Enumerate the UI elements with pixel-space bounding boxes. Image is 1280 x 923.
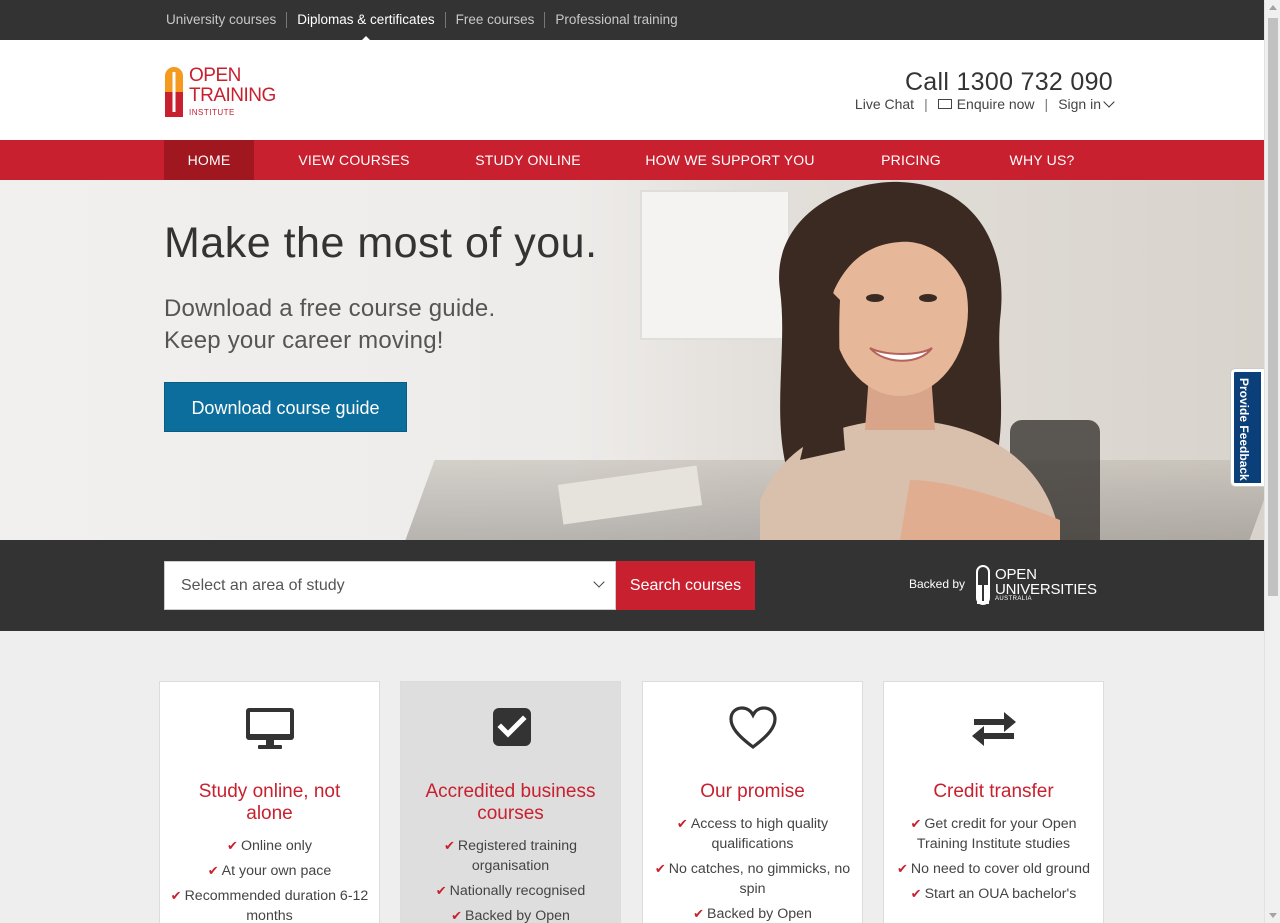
oua-wordmark: OPEN UNIVERSITIES: [995, 566, 1097, 598]
list-item: ✔ No catches, no gimmicks, no spin: [654, 861, 851, 897]
phone-number[interactable]: Call 1300 732 090: [905, 68, 1113, 97]
top-bar: University courses Diplomas & certificat…: [0, 0, 1264, 40]
download-course-guide-button[interactable]: Download course guide: [164, 382, 407, 432]
checkmark-icon: ✔: [444, 838, 455, 853]
enquire-now-link[interactable]: Enquire now: [937, 96, 1035, 112]
nav-item-why-us[interactable]: WHY US?: [1000, 140, 1084, 180]
search-courses-button[interactable]: Search courses: [616, 561, 755, 610]
sign-in-link[interactable]: Sign in: [1058, 96, 1115, 112]
open-universities-australia-logo[interactable]: OPEN UNIVERSITIES AUSTRALIA: [976, 565, 1097, 605]
list-item: ✔ Recommended duration 6-12 months: [170, 888, 369, 923]
list-item: ✔ Backed by Open: [693, 906, 812, 922]
card-title: Accredited business courses: [425, 781, 596, 824]
divider: |: [924, 96, 928, 112]
hero-banner: Make the most of you. Download a free co…: [0, 180, 1264, 540]
list-item: ✔ Get credit for your Open Training Insti…: [910, 816, 1077, 852]
card-feature-list: ✔ Get credit for your Open Training Insti…: [894, 814, 1093, 909]
chevron-down-icon: [593, 576, 605, 588]
divider: |: [1044, 96, 1049, 112]
checkmark-icon: ✔: [676, 816, 688, 831]
heart-icon: [728, 706, 777, 750]
live-chat-link[interactable]: Live Chat: [855, 96, 914, 112]
monitor-icon: [245, 708, 294, 749]
oua-subtitle: AUSTRALIA: [995, 596, 1032, 602]
course-search-bar: Select an area of study Search courses B…: [0, 540, 1264, 631]
checkmark-icon: ✔: [207, 863, 219, 878]
nav-item-home[interactable]: HOME: [164, 140, 254, 180]
card-feature-list: ✔ Online only ✔ At your own pace ✔ Recommen…: [170, 836, 369, 923]
topbar-link-free-courses[interactable]: Free courses: [444, 12, 545, 28]
site-switcher: University courses Diplomas & certificat…: [166, 0, 688, 40]
list-item: ✔ Start an OUA bachelor's: [910, 886, 1077, 902]
hero-woman-photo: [760, 181, 1060, 540]
page-scrollbar[interactable]: [1264, 0, 1280, 923]
checkmark-icon: ✔: [654, 861, 666, 876]
scrollbar-thumb[interactable]: [1268, 18, 1278, 596]
feature-card-accredited-courses[interactable]: Accredited business courses ✔ Registered …: [400, 681, 621, 923]
checkmark-icon: ✔: [897, 861, 908, 876]
main-nav: HOME VIEW COURSES STUDY ONLINE HOW WE SU…: [0, 140, 1264, 180]
checkmark-icon: ✔: [435, 883, 447, 898]
nav-item-pricing[interactable]: PRICING: [872, 140, 950, 180]
site-header: OPEN TRAINING INSTITUTE Call 1300 732 09…: [0, 40, 1264, 140]
card-feature-list: ✔ Access to high quality qualifications ✔…: [653, 814, 852, 923]
logo-wordmark: OPEN TRAINING: [189, 65, 276, 106]
provide-feedback-tab[interactable]: Provide Feedback: [1230, 368, 1265, 487]
topbar-link-university-courses[interactable]: University courses: [166, 12, 286, 28]
checkmark-icon: ✔: [910, 886, 922, 901]
envelope-icon: [937, 99, 952, 109]
checkmark-icon: ✔: [170, 888, 182, 903]
checkmark-icon: ✔: [693, 906, 704, 921]
oua-logo-mark-icon: [976, 565, 990, 605]
scroll-down-arrow-icon[interactable]: [1269, 913, 1277, 918]
feature-card-our-promise[interactable]: Our promise ✔ Access to high quality qual…: [642, 681, 863, 923]
header-utility-links: Live Chat | Enquire now | Sign in: [855, 96, 1115, 112]
card-title: Our promise: [700, 781, 805, 802]
card-title: Credit transfer: [933, 781, 1054, 802]
nav-item-view-courses[interactable]: VIEW COURSES: [290, 140, 418, 180]
nav-item-study-online[interactable]: STUDY ONLINE: [466, 140, 590, 180]
checkmark-icon: ✔: [227, 838, 238, 853]
list-item: ✔ Access to high quality qualifications: [676, 816, 829, 852]
backed-by-label: Backed by: [909, 577, 966, 591]
hero-title: Make the most of you.: [164, 219, 598, 267]
site-logo[interactable]: OPEN TRAINING INSTITUTE: [164, 66, 276, 120]
list-item: ✔ Online only: [227, 838, 312, 854]
list-item: ✔ At your own pace: [207, 863, 332, 879]
nav-item-how-we-support-you[interactable]: HOW WE SUPPORT YOU: [640, 140, 820, 180]
area-of-study-select[interactable]: Select an area of study: [164, 561, 616, 610]
hero-subtitle: Download a free course guide. Keep your …: [164, 295, 496, 354]
list-item: ✔ Nationally recognised: [435, 883, 586, 899]
checkmark-icon: ✔: [451, 908, 462, 923]
list-item: ✔ Registered training organisation: [444, 838, 577, 874]
list-item: ✔ No need to cover old ground: [897, 861, 1090, 877]
feature-card-credit-transfer[interactable]: Credit transfer ✔ Get credit for your Ope…: [883, 681, 1104, 923]
card-title: Study online, not alone: [198, 781, 341, 824]
chevron-down-icon: [1103, 96, 1115, 108]
transfer-arrows-icon: [971, 712, 1016, 746]
checkbox-icon: [492, 708, 531, 746]
list-item: ✔ Backed by Open: [451, 908, 570, 923]
topbar-link-professional-training[interactable]: Professional training: [544, 12, 687, 28]
topbar-link-diplomas-certificates[interactable]: Diplomas & certificates: [286, 12, 444, 40]
logo-mark-icon: [165, 67, 183, 117]
logo-subtitle: INSTITUTE: [189, 108, 235, 117]
feature-card-study-online[interactable]: Study online, not alone ✔ Online only ✔ At…: [159, 681, 380, 923]
hero-text: Make the most of you. Download a free co…: [164, 219, 598, 357]
card-feature-list: ✔ Registered training organisation ✔ Natio…: [411, 836, 610, 923]
checkmark-icon: ✔: [910, 816, 922, 831]
scroll-up-arrow-icon[interactable]: [1269, 5, 1277, 10]
